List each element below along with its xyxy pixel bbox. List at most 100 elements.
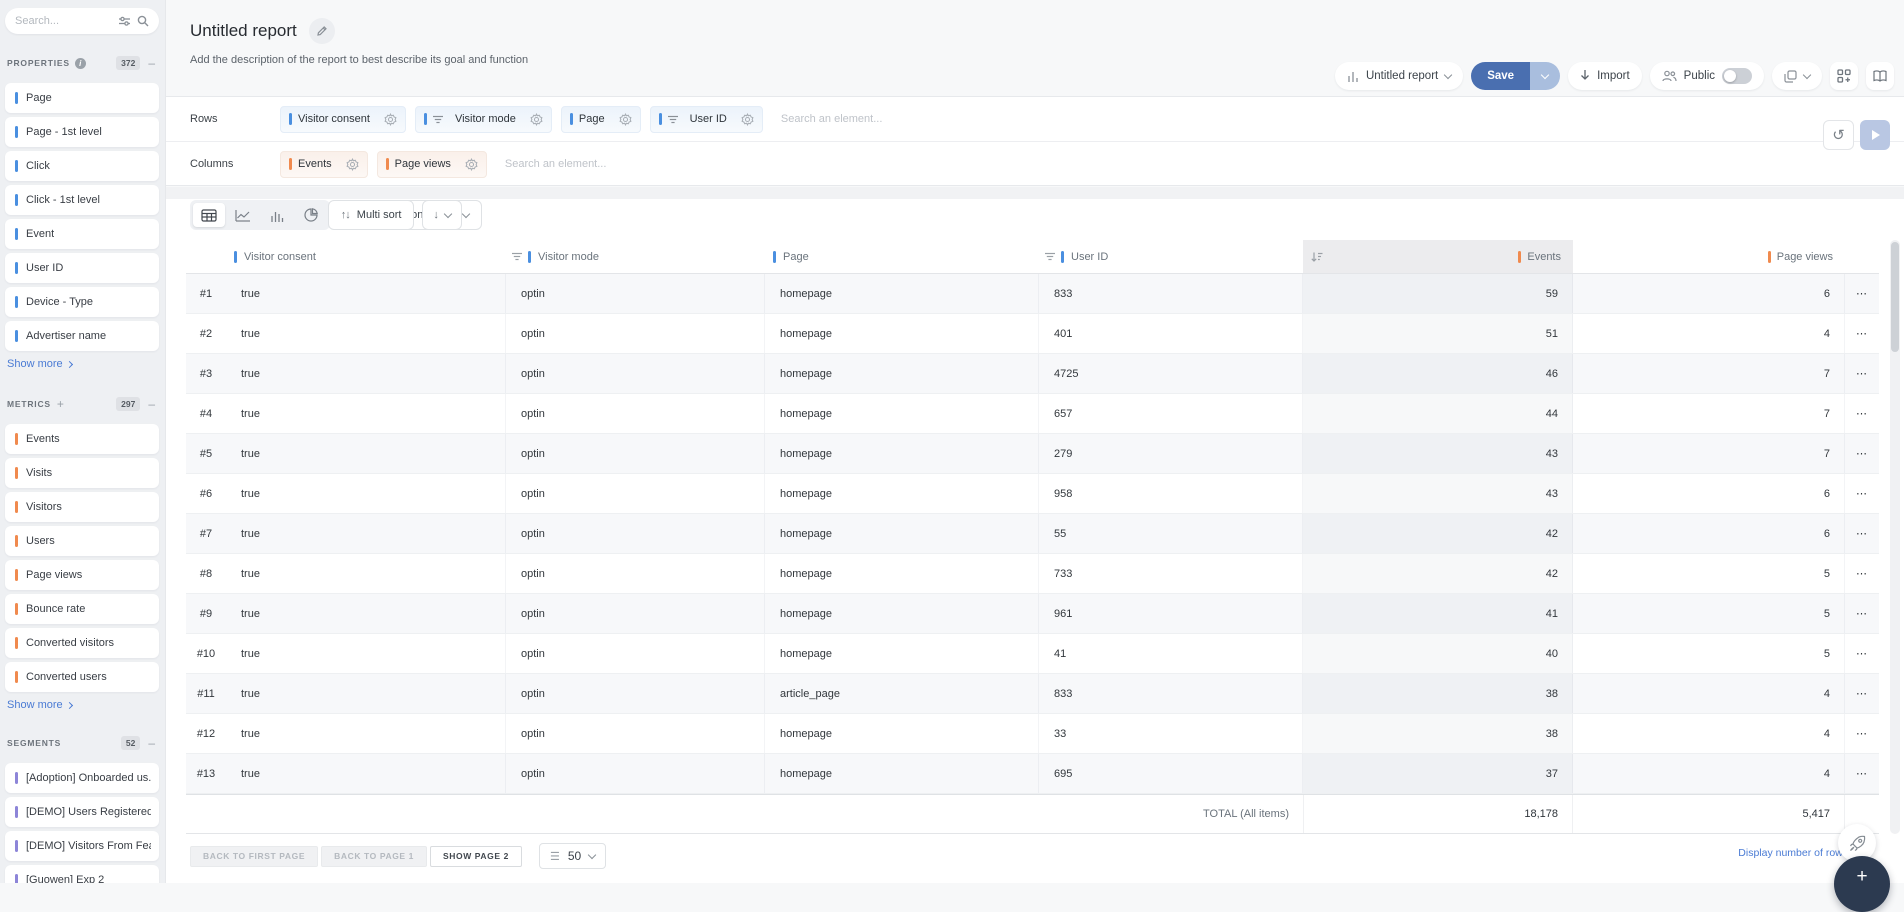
column-element-search-input[interactable] [505, 158, 705, 170]
row-element-search-input[interactable] [781, 113, 981, 125]
metrics-show-more-link[interactable]: Show more [7, 699, 72, 711]
gear-icon[interactable] [530, 113, 543, 126]
collapse-icon[interactable]: – [148, 738, 155, 748]
row-dimension-chip[interactable]: Visitor mode [415, 106, 552, 133]
row-actions-button[interactable]: ⋯ [1845, 354, 1879, 393]
metric-item[interactable]: Bounce rate [5, 594, 159, 624]
save-button[interactable]: Save [1471, 62, 1530, 90]
gear-icon[interactable] [465, 158, 478, 171]
gear-icon[interactable] [346, 158, 359, 171]
add-fab-button[interactable]: + [1834, 856, 1890, 912]
row-actions-button[interactable]: ⋯ [1845, 314, 1879, 353]
header-events-sorted[interactable]: Events [1303, 240, 1573, 273]
property-item[interactable]: Advertiser name [5, 321, 159, 351]
multi-sort-button[interactable]: ↑↓ Multi sort [328, 200, 415, 230]
export-dropdown[interactable]: ↓ [422, 200, 462, 230]
property-item[interactable]: Device - Type [5, 287, 159, 317]
column-metric-chip[interactable]: Events [280, 151, 368, 178]
display-number-of-rows-link[interactable]: Display number of rows [1738, 847, 1848, 859]
duplicate-dropdown[interactable] [1772, 62, 1822, 90]
back-to-page-1-button[interactable]: BACK TO PAGE 1 [321, 846, 427, 867]
gear-icon[interactable] [741, 113, 754, 126]
public-toggle-pill[interactable]: Public [1650, 62, 1764, 90]
table-row[interactable]: #12 true optin homepage 33 38 4 ⋯ [186, 714, 1879, 754]
header-visitor-mode[interactable]: Visitor mode [506, 240, 765, 273]
run-report-button[interactable] [1860, 120, 1890, 150]
table-row[interactable]: #1 true optin homepage 833 59 6 ⋯ [186, 274, 1879, 314]
table-row[interactable]: #7 true optin homepage 55 42 6 ⋯ [186, 514, 1879, 554]
search-icon[interactable] [137, 15, 149, 27]
documentation-button[interactable] [1866, 62, 1894, 90]
filter-settings-icon[interactable] [118, 15, 131, 27]
row-actions-button[interactable]: ⋯ [1845, 514, 1879, 553]
back-to-first-page-button[interactable]: BACK TO FIRST PAGE [190, 846, 318, 867]
header-page-views[interactable]: Page views [1573, 240, 1845, 273]
row-actions-button[interactable]: ⋯ [1845, 714, 1879, 753]
segment-item[interactable]: [DEMO] Visitors From Feat... [5, 831, 159, 861]
table-row[interactable]: #9 true optin homepage 961 41 5 ⋯ [186, 594, 1879, 634]
save-options-button[interactable] [1530, 62, 1560, 90]
header-visitor-consent[interactable]: Visitor consent [226, 240, 506, 273]
show-page-2-button[interactable]: SHOW PAGE 2 [430, 846, 522, 867]
edit-title-button[interactable] [309, 18, 335, 44]
collapse-icon[interactable]: – [148, 399, 155, 409]
property-item[interactable]: Page [5, 83, 159, 113]
row-dimension-chip[interactable]: User ID [650, 106, 763, 133]
bar-chart-view-button[interactable] [261, 203, 293, 227]
undo-button[interactable]: ↺ [1823, 120, 1854, 150]
public-toggle[interactable] [1722, 68, 1752, 84]
segment-item[interactable]: [DEMO] Users Registered [5, 797, 159, 827]
import-button[interactable]: Import [1568, 62, 1642, 90]
table-row[interactable]: #8 true optin homepage 733 42 5 ⋯ [186, 554, 1879, 594]
table-view-button[interactable] [193, 203, 225, 227]
metric-item[interactable]: Converted visitors [5, 628, 159, 658]
report-selector-dropdown[interactable]: Untitled report [1335, 62, 1463, 90]
row-actions-button[interactable]: ⋯ [1845, 434, 1879, 473]
row-actions-button[interactable]: ⋯ [1845, 274, 1879, 313]
scrollbar-thumb[interactable] [1891, 242, 1899, 352]
header-user-id[interactable]: User ID [1039, 240, 1303, 273]
search-input[interactable] [15, 15, 112, 27]
add-metric-icon[interactable]: + [57, 397, 64, 411]
row-actions-button[interactable]: ⋯ [1845, 594, 1879, 633]
pie-chart-view-button[interactable] [295, 203, 327, 227]
column-metric-chip[interactable]: Page views [377, 151, 487, 178]
header-page[interactable]: Page [765, 240, 1039, 273]
property-item[interactable]: Click - 1st level [5, 185, 159, 215]
table-row[interactable]: #4 true optin homepage 657 44 7 ⋯ [186, 394, 1879, 434]
rows-per-page-dropdown[interactable]: ☰ 50 [539, 843, 606, 869]
add-to-dashboard-button[interactable] [1830, 62, 1858, 90]
row-actions-button[interactable]: ⋯ [1845, 394, 1879, 433]
table-row[interactable]: #3 true optin homepage 4725 46 7 ⋯ [186, 354, 1879, 394]
table-row[interactable]: #13 true optin homepage 695 37 4 ⋯ [186, 754, 1879, 794]
segment-item[interactable]: [Adoption] Onboarded us... [5, 763, 159, 793]
collapse-icon[interactable]: – [148, 58, 155, 68]
property-item[interactable]: Click [5, 151, 159, 181]
property-item[interactable]: User ID [5, 253, 159, 283]
metric-item[interactable]: Visits [5, 458, 159, 488]
line-chart-view-button[interactable] [227, 203, 259, 227]
info-icon[interactable]: i [75, 58, 86, 69]
row-actions-button[interactable]: ⋯ [1845, 474, 1879, 513]
table-row[interactable]: #10 true optin homepage 41 40 5 ⋯ [186, 634, 1879, 674]
row-actions-button[interactable]: ⋯ [1845, 634, 1879, 673]
row-actions-button[interactable]: ⋯ [1845, 754, 1879, 793]
table-row[interactable]: #6 true optin homepage 958 43 6 ⋯ [186, 474, 1879, 514]
metric-item[interactable]: Events [5, 424, 159, 454]
row-dimension-chip[interactable]: Page [561, 106, 641, 133]
properties-show-more-link[interactable]: Show more [7, 358, 72, 370]
segment-item[interactable]: [Guowen] Exp 2 [5, 865, 159, 883]
gear-icon[interactable] [619, 113, 632, 126]
gear-icon[interactable] [384, 113, 397, 126]
row-actions-button[interactable]: ⋯ [1845, 674, 1879, 713]
table-row[interactable]: #5 true optin homepage 279 43 7 ⋯ [186, 434, 1879, 474]
metric-item[interactable]: Users [5, 526, 159, 556]
metric-item[interactable]: Page views [5, 560, 159, 590]
metric-item[interactable]: Converted users [5, 662, 159, 692]
table-row[interactable]: #11 true optin article_page 833 38 4 ⋯ [186, 674, 1879, 714]
vertical-scrollbar[interactable] [1890, 240, 1900, 834]
metric-item[interactable]: Visitors [5, 492, 159, 522]
row-dimension-chip[interactable]: Visitor consent [280, 106, 406, 133]
property-item[interactable]: Event [5, 219, 159, 249]
property-item[interactable]: Page - 1st level [5, 117, 159, 147]
